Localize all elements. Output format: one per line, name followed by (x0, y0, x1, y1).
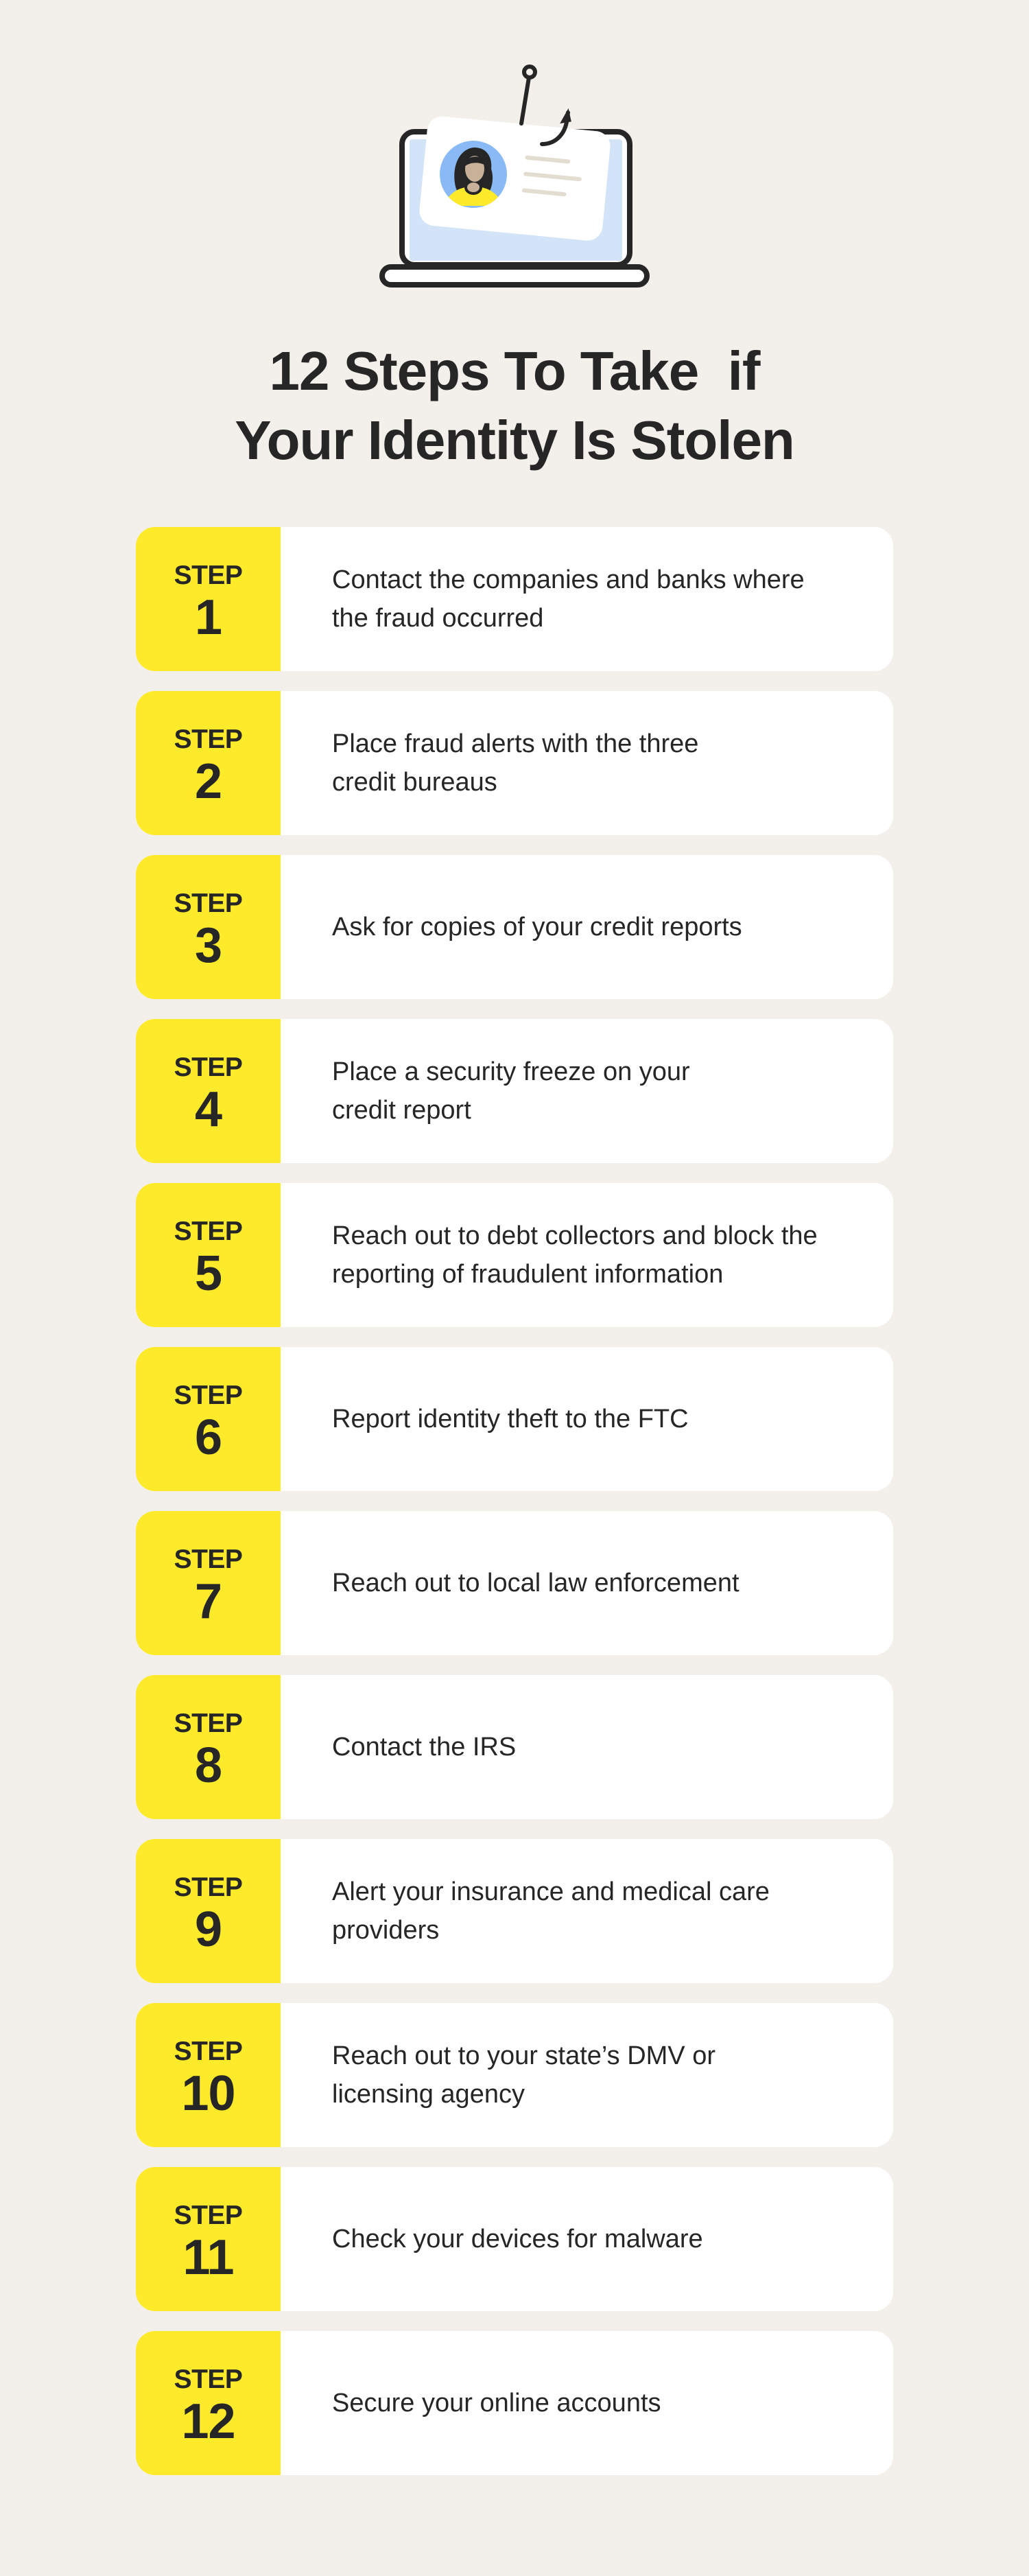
step-number: 12 (181, 2394, 235, 2449)
step-badge: STEP 1 (136, 527, 281, 671)
title-line-2: Your Identity Is Stolen (235, 410, 795, 471)
step-number: 8 (194, 1738, 222, 1793)
step-text: Reach out to debt collectors and block t… (332, 1221, 818, 1289)
step-description: Check your devices for malware (281, 2167, 893, 2311)
step-text: Contact the IRS (332, 1733, 517, 1761)
step-card-6: STEP 6 Report identity theft to the FTC (136, 1347, 893, 1491)
step-badge: STEP 4 (136, 1019, 281, 1163)
step-number: 4 (194, 1082, 222, 1137)
step-badge: STEP 11 (136, 2167, 281, 2311)
title-line-1: 12 Steps To Take if (269, 340, 760, 401)
step-badge: STEP 9 (136, 1839, 281, 1983)
step-number: 7 (194, 1574, 222, 1629)
step-description: Report identity theft to the FTC (281, 1347, 893, 1491)
step-label: STEP (174, 1873, 243, 1902)
step-label: STEP (174, 1217, 243, 1246)
step-label: STEP (174, 2365, 243, 2394)
step-number: 2 (194, 754, 222, 809)
step-card-10: STEP 10 Reach out to your state’s DMV or… (136, 2003, 893, 2147)
step-number: 9 (194, 1902, 222, 1957)
step-card-3: STEP 3 Ask for copies of your credit rep… (136, 855, 893, 999)
step-card-9: STEP 9 Alert your insurance and medical … (136, 1839, 893, 1983)
step-badge: STEP 10 (136, 2003, 281, 2147)
step-number: 6 (194, 1410, 222, 1465)
step-label: STEP (174, 561, 243, 590)
step-number: 3 (194, 918, 222, 973)
step-badge: STEP 5 (136, 1183, 281, 1327)
step-description: Alert your insurance and medical care pr… (281, 1839, 893, 1983)
step-label: STEP (174, 1381, 243, 1410)
step-text: Reach out to local law enforcement (332, 1569, 740, 1597)
step-card-2: STEP 2 Place fraud alerts with the three… (136, 691, 893, 835)
step-card-8: STEP 8 Contact the IRS (136, 1675, 893, 1819)
step-number: 11 (182, 2230, 234, 2285)
step-description: Ask for copies of your credit reports (281, 855, 893, 999)
step-card-5: STEP 5 Reach out to debt collectors and … (136, 1183, 893, 1327)
avatar-icon (440, 141, 507, 208)
step-label: STEP (174, 725, 243, 754)
step-description: Place fraud alerts with the three credit… (281, 691, 893, 835)
step-text: Ask for copies of your credit reports (332, 913, 742, 941)
step-description: Contact the IRS (281, 1675, 893, 1819)
step-label: STEP (174, 1053, 243, 1082)
page-title: 12 Steps To Take if Your Identity Is Sto… (0, 336, 1029, 475)
step-label: STEP (174, 2037, 243, 2066)
step-text: Alert your insurance and medical care pr… (332, 1877, 770, 1945)
step-text: Check your devices for malware (332, 2225, 703, 2253)
step-card-12: STEP 12 Secure your online accounts (136, 2331, 893, 2475)
step-badge: STEP 12 (136, 2331, 281, 2475)
step-text: Place fraud alerts with the three credit… (332, 729, 699, 797)
step-description: Place a security freeze on your credit r… (281, 1019, 893, 1163)
step-text: Secure your online accounts (332, 2389, 661, 2417)
step-badge: STEP 6 (136, 1347, 281, 1491)
step-badge: STEP 2 (136, 691, 281, 835)
step-text: Report identity theft to the FTC (332, 1405, 689, 1433)
step-text: Contact the companies and banks where th… (332, 565, 805, 633)
step-text: Reach out to your state’s DMV or licensi… (332, 2041, 715, 2109)
step-card-7: STEP 7 Reach out to local law enforcemen… (136, 1511, 893, 1655)
step-label: STEP (174, 889, 243, 918)
hero-illustration (370, 55, 659, 295)
step-badge: STEP 7 (136, 1511, 281, 1655)
step-label: STEP (174, 2201, 243, 2230)
step-card-1: STEP 1 Contact the companies and banks w… (136, 527, 893, 671)
step-label: STEP (174, 1545, 243, 1574)
steps-list: STEP 1 Contact the companies and banks w… (136, 527, 893, 2495)
step-text: Place a security freeze on your credit r… (332, 1057, 690, 1125)
step-description: Reach out to your state’s DMV or licensi… (281, 2003, 893, 2147)
step-description: Reach out to debt collectors and block t… (281, 1183, 893, 1327)
step-badge: STEP 3 (136, 855, 281, 999)
step-number: 5 (194, 1246, 222, 1301)
step-label: STEP (174, 1709, 243, 1738)
step-description: Secure your online accounts (281, 2331, 893, 2475)
step-number: 1 (194, 590, 222, 645)
step-description: Contact the companies and banks where th… (281, 527, 893, 671)
step-card-4: STEP 4 Place a security freeze on your c… (136, 1019, 893, 1163)
step-number: 10 (181, 2066, 235, 2121)
step-badge: STEP 8 (136, 1675, 281, 1819)
step-description: Reach out to local law enforcement (281, 1511, 893, 1655)
step-card-11: STEP 11 Check your devices for malware (136, 2167, 893, 2311)
